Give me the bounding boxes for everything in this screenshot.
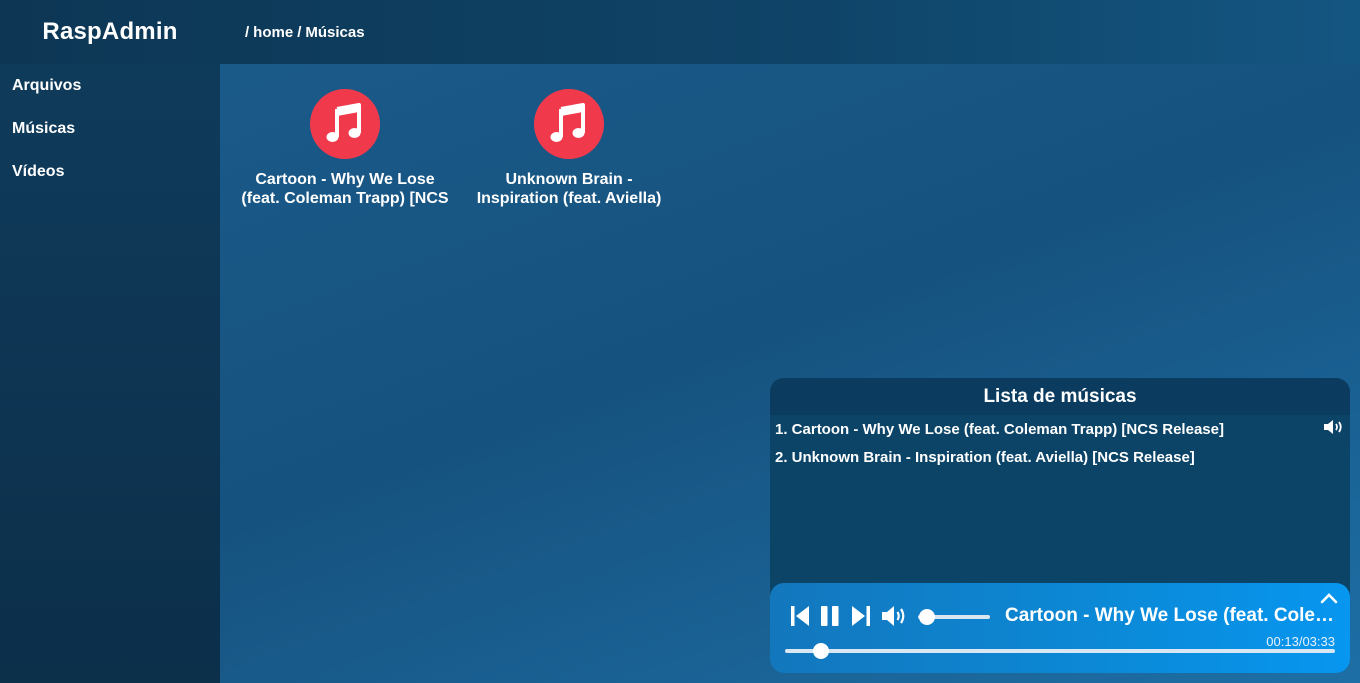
previous-track-icon[interactable] xyxy=(790,604,810,633)
sidebar-item-videos[interactable]: Vídeos xyxy=(0,150,220,193)
sidebar-item-label: Vídeos xyxy=(12,162,65,180)
sidebar-item-label: Músicas xyxy=(12,119,76,137)
breadcrumb: / home / Músicas xyxy=(245,24,365,41)
sidebar: Arquivos Músicas Vídeos xyxy=(0,64,220,683)
now-playing-title: Cartoon - Why We Lose (feat. Coleman Tra… xyxy=(1005,605,1335,626)
breadcrumb-separator: / xyxy=(245,23,250,41)
speaker-playing-icon xyxy=(1323,419,1345,439)
playlist-track[interactable]: 2. Unknown Brain - Inspiration (feat. Av… xyxy=(775,443,1345,471)
music-file-item[interactable]: Cartoon - Why We Lose (feat. Coleman Tra… xyxy=(236,89,454,208)
sidebar-item-arquivos[interactable]: Arquivos xyxy=(0,64,220,107)
music-note-icon xyxy=(310,89,380,159)
progress-handle[interactable] xyxy=(812,643,829,659)
sidebar-item-label: Arquivos xyxy=(12,76,82,94)
playlist-list: 1. Cartoon - Why We Lose (feat. Coleman … xyxy=(770,415,1350,471)
playlist-track[interactable]: 1. Cartoon - Why We Lose (feat. Coleman … xyxy=(775,415,1345,443)
top-bar: RaspAdmin / home / Músicas xyxy=(0,0,1360,64)
next-track-icon[interactable] xyxy=(851,604,871,633)
duration: 03:33 xyxy=(1302,634,1335,649)
file-grid: Cartoon - Why We Lose (feat. Coleman Tra… xyxy=(236,89,678,208)
file-name: Unknown Brain - Inspiration (feat. Aviel… xyxy=(476,171,662,207)
playlist-title: Lista de músicas xyxy=(770,378,1350,415)
playlist-track-label: 2. Unknown Brain - Inspiration (feat. Av… xyxy=(775,448,1195,466)
audio-player: Cartoon - Why We Lose (feat. Coleman Tra… xyxy=(770,583,1350,673)
playlist-track-label: 1. Cartoon - Why We Lose (feat. Coleman … xyxy=(775,420,1224,438)
breadcrumb-home[interactable]: home xyxy=(253,24,293,41)
volume-slider-handle[interactable] xyxy=(919,609,936,625)
pause-icon[interactable] xyxy=(820,604,840,633)
music-file-item[interactable]: Unknown Brain - Inspiration (feat. Aviel… xyxy=(460,89,678,208)
progress-bar[interactable] xyxy=(785,649,1335,653)
playback-time: 00:13 / 03:33 xyxy=(1266,634,1335,649)
file-name: Cartoon - Why We Lose (feat. Coleman Tra… xyxy=(241,171,449,207)
current-time: 00:13 xyxy=(1266,634,1299,649)
app-title[interactable]: RaspAdmin xyxy=(0,18,220,46)
volume-icon[interactable] xyxy=(881,605,909,632)
sidebar-item-musicas[interactable]: Músicas xyxy=(0,107,220,150)
breadcrumb-separator: / xyxy=(297,23,302,41)
music-note-icon xyxy=(534,89,604,159)
breadcrumb-current[interactable]: Músicas xyxy=(305,24,364,41)
